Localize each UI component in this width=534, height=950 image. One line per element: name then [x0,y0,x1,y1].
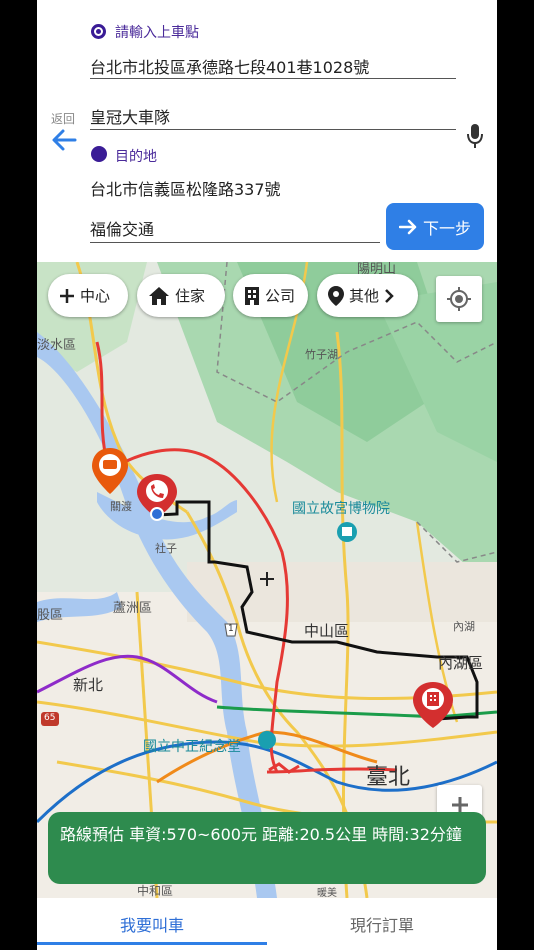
map-label-zhongshan: 中山區 [304,622,350,640]
next-step-label: 下一步 [422,218,471,238]
map-label-cks-hall: 國立中正紀念堂 [143,739,241,755]
chip-home[interactable]: 住家 [137,274,225,317]
destination-label: 目的地 [115,149,157,165]
pickup-fleet-underline [90,129,456,130]
chip-center[interactable]: 中心 [48,274,128,317]
pickup-address-field[interactable]: 台北市北投區承德路七段401巷1028號 [90,54,369,78]
map-view[interactable]: 淡水區 陽明山 竹子湖 關渡 國立故宮博物院 社子 蘆洲區 股區 中山區 內湖 … [37,262,497,898]
map-label-xinbei: 新北 [73,676,104,694]
back-label[interactable]: 返回 [51,110,75,127]
route-estimate-banner: 路線預估 車資:570~600元 距離:20.5公里 時間:32分鐘 [48,812,486,884]
home-icon [149,286,169,305]
map-label-shenmei: 暖美 [317,888,337,898]
arrow-right-icon [398,219,417,234]
trip-form: 請輸入上車點 台北市北投區承德路七段401巷1028號 返回 皇冠大車隊 目的地… [37,0,497,262]
location-pin-icon [328,285,344,306]
map-label-neihu-small: 內湖 [453,620,475,633]
route-shield-65: 65 [44,713,56,723]
route-shield-1: 1 [228,624,234,634]
map-label-guandu: 關渡 [110,500,132,513]
chip-other-label: 其他 [349,287,380,305]
crosshair-icon [447,287,471,311]
my-location-button[interactable] [436,276,482,322]
pickup-address-underline [90,78,456,79]
pickup-fleet-field[interactable]: 皇冠大車隊 [90,104,170,128]
back-arrow-icon[interactable] [51,128,77,152]
pickup-radio[interactable] [91,24,106,39]
tab-current-orders[interactable]: 現行訂單 [267,898,497,950]
chip-company[interactable]: 公司 [233,274,308,317]
destination-fleet-field[interactable]: 福倫交通 [90,216,154,240]
map-label-zhonghe: 中和區 [137,884,174,898]
map-label-luzhou: 蘆洲區 [113,601,153,616]
map-label-taipei: 臺北 [366,765,411,790]
chevron-right-icon [385,288,394,303]
destination-fleet-underline [90,242,380,243]
map-label-zhuzihu: 竹子湖 [305,348,338,361]
map-background [37,262,497,898]
app-screen: 淡水區 陽明山 竹子湖 關渡 國立故宮博物院 社子 蘆洲區 股區 中山區 內湖 … [37,0,497,950]
chip-other[interactable]: 其他 [317,274,418,317]
destination-address[interactable]: 台北市信義區松隆路337號 [90,176,281,200]
map-label-bali: 股區 [37,608,64,623]
chip-company-label: 公司 [265,287,296,305]
pickup-label: 請輸入上車點 [115,25,199,41]
map-label-neihu: 內湖區 [438,654,484,672]
chip-home-label: 住家 [175,287,206,305]
active-tab-indicator [37,942,267,945]
plus-icon [60,288,74,303]
destination-radio[interactable] [91,146,107,162]
next-step-button[interactable]: 下一步 [386,203,484,250]
building-icon [245,286,259,305]
map-label-shezi: 社子 [155,542,177,555]
map-label-palace-museum: 國立故宮博物院 [292,501,390,517]
map-label-tamsui: 淡水區 [37,338,77,353]
microphone-icon[interactable] [465,122,485,150]
chip-center-label: 中心 [80,287,111,305]
